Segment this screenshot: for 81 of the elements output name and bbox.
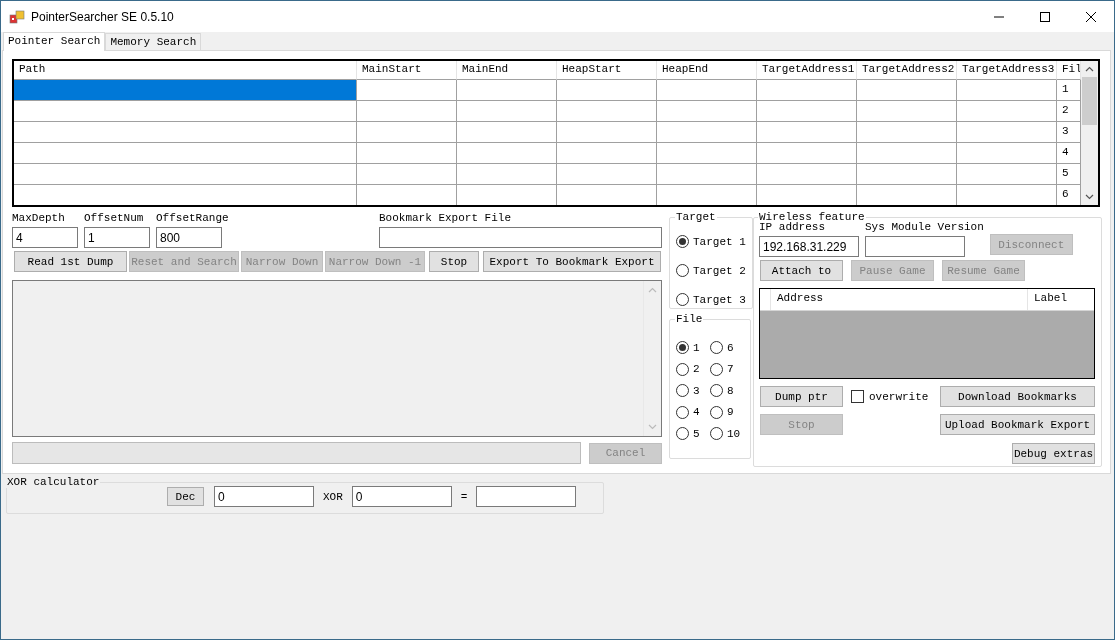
group-title: Target bbox=[675, 211, 717, 223]
radio-label: 4 bbox=[693, 406, 700, 418]
maximize-icon[interactable] bbox=[1040, 11, 1050, 22]
input-field[interactable]: 0 bbox=[351, 486, 452, 507]
radio-button[interactable] bbox=[710, 362, 723, 376]
radio-label: 2 bbox=[693, 363, 700, 375]
radio-label: 8 bbox=[727, 384, 734, 397]
field-label: Bookmark Export File bbox=[379, 211, 513, 226]
result-field[interactable] bbox=[476, 486, 577, 507]
input-field[interactable]: 0 bbox=[214, 486, 314, 507]
action-button[interactable]: Stop bbox=[429, 251, 479, 272]
operator-label: XOR bbox=[323, 490, 343, 503]
attach-button[interactable]: Attach to bbox=[760, 260, 843, 281]
group-title: Wireless feature bbox=[758, 211, 866, 223]
table-cell[interactable] bbox=[14, 143, 357, 164]
column-header[interactable]: HeapStart bbox=[557, 61, 657, 80]
field-label: OffsetRange bbox=[156, 211, 229, 226]
checkbox-label: overwrite bbox=[869, 390, 929, 403]
debug-button[interactable]: Debug extras bbox=[1012, 443, 1095, 464]
radio-label: 7 bbox=[727, 363, 734, 375]
radio-button[interactable] bbox=[676, 293, 689, 306]
radio-button[interactable] bbox=[676, 405, 689, 419]
field-label: OffsetNum bbox=[84, 211, 145, 226]
radio-button[interactable] bbox=[676, 384, 689, 397]
input-field[interactable] bbox=[379, 227, 662, 248]
radio-button[interactable] bbox=[710, 405, 723, 419]
radio-button[interactable] bbox=[676, 427, 689, 440]
action-button[interactable]: Export To Bookmark Export bbox=[483, 251, 661, 272]
scrollbar[interactable] bbox=[1081, 61, 1098, 205]
radio-button[interactable] bbox=[676, 362, 689, 376]
scroll-up-icon[interactable] bbox=[1085, 66, 1094, 72]
radio-label: Target 3 bbox=[693, 293, 746, 306]
action-button[interactable]: Read 1st Dump bbox=[14, 251, 127, 272]
column-header[interactable]: Label bbox=[1028, 289, 1073, 310]
radio-button[interactable] bbox=[710, 384, 723, 397]
table-cell[interactable] bbox=[14, 122, 357, 143]
radio-label: 9 bbox=[727, 406, 734, 418]
group-title: XOR calculator bbox=[6, 476, 101, 488]
column-header[interactable]: TargetAddress3 bbox=[957, 61, 1057, 80]
checkbox[interactable] bbox=[851, 390, 864, 403]
column-header[interactable]: Address bbox=[771, 289, 1028, 310]
radio-label: 1 bbox=[693, 341, 700, 354]
scroll-down-icon[interactable] bbox=[1085, 194, 1094, 200]
column-header[interactable]: MainEnd bbox=[457, 61, 557, 80]
field-label: MaxDepth bbox=[12, 211, 66, 226]
radio-button[interactable] bbox=[710, 341, 723, 354]
column-header[interactable]: TargetAddress2 bbox=[857, 61, 957, 80]
column-header[interactable]: MainStart bbox=[357, 61, 457, 80]
group-title: File bbox=[675, 313, 704, 325]
input-field[interactable]: 1 bbox=[84, 227, 150, 248]
radio-button[interactable] bbox=[676, 264, 689, 277]
input-field[interactable] bbox=[865, 236, 965, 257]
tab[interactable]: Pointer Search bbox=[3, 32, 106, 51]
app-icon bbox=[9, 8, 25, 25]
field-label: Sys Module Version bbox=[865, 220, 984, 235]
radio-label: Target 1 bbox=[693, 235, 746, 248]
close-icon[interactable] bbox=[1086, 11, 1096, 22]
table-cell[interactable] bbox=[14, 101, 357, 122]
column-header[interactable]: HeapEnd bbox=[657, 61, 757, 80]
column-header[interactable]: TargetAddress1 bbox=[757, 61, 857, 80]
tab[interactable]: Memory Search bbox=[105, 33, 202, 50]
mode-button[interactable]: Dec bbox=[167, 487, 204, 506]
radio-button[interactable] bbox=[710, 427, 723, 440]
equals-label: = bbox=[460, 490, 468, 503]
window-title: PointerSearcher SE 0.5.10 bbox=[31, 9, 174, 24]
input-field[interactable]: 800 bbox=[156, 227, 222, 248]
radio-button[interactable] bbox=[676, 235, 689, 248]
radio-label: Target 2 bbox=[693, 264, 746, 277]
upload-button[interactable]: Upload Bookmark Export bbox=[940, 414, 1095, 435]
table-cell[interactable] bbox=[14, 164, 357, 185]
radio-label: 10 bbox=[727, 427, 741, 440]
field-label: IP address bbox=[759, 220, 826, 235]
dump-button[interactable]: Dump ptr bbox=[760, 386, 843, 407]
download-button[interactable]: Download Bookmarks bbox=[940, 386, 1095, 407]
radio-label: 6 bbox=[727, 341, 734, 354]
radio-label: 3 bbox=[693, 384, 700, 397]
input-field[interactable]: 192.168.31.229 bbox=[759, 236, 859, 257]
table-cell[interactable] bbox=[14, 80, 357, 101]
input-field[interactable]: 4 bbox=[12, 227, 78, 248]
radio-button[interactable] bbox=[676, 341, 689, 354]
radio-label: 5 bbox=[693, 427, 700, 440]
